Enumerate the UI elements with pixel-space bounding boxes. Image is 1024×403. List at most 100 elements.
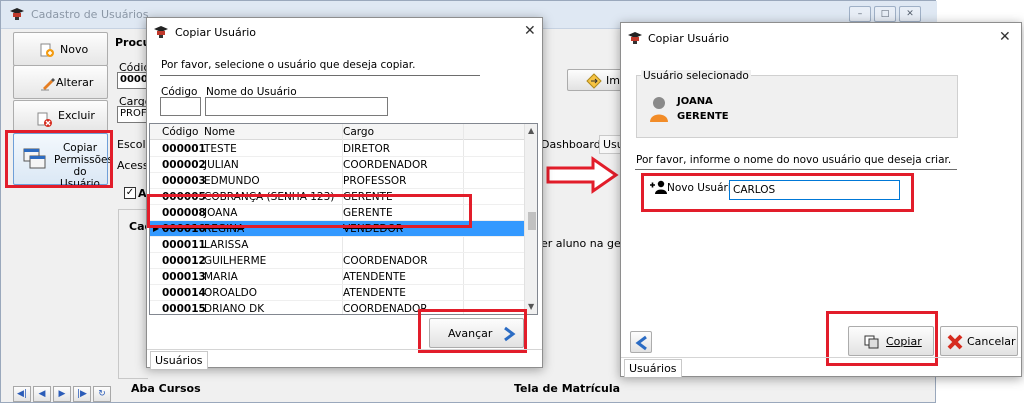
col-codigo-header[interactable]: Código bbox=[162, 124, 198, 140]
table-row[interactable]: 000012 GUILHERME COORDENADOR bbox=[150, 253, 524, 269]
first-record-button[interactable]: ◀| bbox=[13, 386, 31, 402]
nome-filter-input[interactable] bbox=[205, 97, 388, 116]
new-document-icon bbox=[40, 43, 54, 57]
table-row[interactable]: 000001 TESTE DIRETOR bbox=[150, 141, 524, 157]
prev-record-button[interactable]: ◀ bbox=[33, 386, 51, 402]
dialog1-instruction: Por favor, selecione o usuário que desej… bbox=[161, 59, 416, 71]
last-icon: |▶ bbox=[77, 389, 87, 399]
chevron-left-icon bbox=[635, 335, 647, 351]
cell-nome: EDMUNDO bbox=[204, 175, 260, 187]
cell-codigo: 000014 bbox=[162, 287, 206, 299]
dialog1-app-icon bbox=[154, 26, 168, 38]
app-logo-icon bbox=[10, 8, 24, 20]
dialog2-separator bbox=[635, 169, 957, 170]
aba-cursos-label: Aba Cursos bbox=[131, 382, 201, 395]
copiar-usuario-dialog-1: Copiar Usuário ✕ Por favor, selecione o … bbox=[146, 17, 543, 369]
cell-cargo: ATENDENTE bbox=[343, 271, 406, 283]
cell-nome: GUILHERME bbox=[204, 255, 267, 267]
voltar-button[interactable] bbox=[630, 331, 652, 353]
highlight-novo-usuario bbox=[641, 173, 914, 212]
checkbox-fragment[interactable]: ✓ bbox=[124, 187, 136, 199]
cancelar-label: Cancelar bbox=[967, 335, 1016, 348]
cell-nome: DRIANO DK bbox=[204, 303, 265, 315]
grid-scrollbar[interactable]: ▲ ▼ bbox=[524, 124, 537, 314]
grid-header: Código Nome Cargo bbox=[150, 124, 524, 140]
alterar-button[interactable]: Alterar bbox=[13, 65, 108, 99]
col-cargo-header[interactable]: Cargo bbox=[343, 124, 374, 140]
dialog2-instruction: Por favor, informe o nome do novo usuári… bbox=[636, 154, 952, 166]
cell-nome: LARISSA bbox=[204, 239, 249, 251]
usuario-selecionado-label: Usuário selecionado bbox=[641, 70, 751, 82]
cell-nome: JULIAN bbox=[204, 159, 239, 171]
cell-nome: OROALDO bbox=[204, 287, 258, 299]
user-avatar-icon bbox=[650, 97, 668, 122]
novo-button[interactable]: Novo bbox=[13, 32, 108, 66]
scroll-down-icon[interactable]: ▼ bbox=[528, 302, 534, 311]
dialog1-tab-line bbox=[147, 349, 542, 350]
cell-nome: TESTE bbox=[204, 143, 237, 155]
excluir-button[interactable]: Excluir bbox=[13, 100, 108, 132]
cell-codigo: 000011 bbox=[162, 239, 206, 251]
cell-cargo: COORDENADOR bbox=[343, 159, 428, 171]
highlight-copiar-permissoes bbox=[5, 130, 113, 188]
diamond-arrow-icon bbox=[586, 73, 602, 89]
table-row[interactable]: 000011 LARISSA bbox=[150, 237, 524, 253]
cell-cargo: PROFESSOR bbox=[343, 175, 407, 187]
tela-matricula-label: Tela de Matrícula bbox=[514, 382, 621, 395]
alterar-label: Alterar bbox=[56, 76, 94, 89]
table-row[interactable]: 000002 JULIAN COORDENADOR bbox=[150, 157, 524, 173]
imprimir-button[interactable]: Imp bbox=[567, 69, 627, 91]
selected-user-name: JOANA bbox=[677, 96, 713, 107]
minimize-button[interactable]: – bbox=[849, 6, 871, 22]
cell-codigo: 000003 bbox=[162, 175, 206, 187]
refresh-button[interactable]: ↻ bbox=[93, 386, 111, 402]
copiar-usuario-dialog-2: Copiar Usuário ✕ Usuário selecionado JOA… bbox=[620, 22, 1022, 377]
cell-cargo: COORDENADOR bbox=[343, 255, 428, 267]
scroll-thumb[interactable] bbox=[528, 212, 536, 230]
dialog1-close-button[interactable]: ✕ bbox=[524, 23, 536, 39]
cell-codigo: 000015 bbox=[162, 303, 206, 315]
last-record-button[interactable]: |▶ bbox=[73, 386, 91, 402]
dialog2-tab-line bbox=[621, 357, 1021, 358]
refresh-icon: ↻ bbox=[98, 389, 106, 399]
table-row[interactable]: 000014 OROALDO ATENDENTE bbox=[150, 285, 524, 301]
dialog1-separator bbox=[160, 75, 480, 76]
dialog1-usuarios-tab[interactable]: Usuários bbox=[150, 351, 208, 369]
table-row[interactable]: 000003 EDMUNDO PROFESSOR bbox=[150, 173, 524, 189]
dialog2-title: Copiar Usuário bbox=[648, 32, 730, 45]
dialog2-close-button[interactable]: ✕ bbox=[999, 29, 1011, 45]
col-nome-header[interactable]: Nome bbox=[204, 124, 235, 140]
main-window-title: Cadastro de Usuários bbox=[31, 8, 149, 21]
cell-cargo: COORDENADOR bbox=[343, 303, 428, 315]
dialog2-usuarios-tab[interactable]: Usuários bbox=[624, 359, 682, 377]
cell-codigo: 000002 bbox=[162, 159, 206, 171]
novo-label: Novo bbox=[60, 43, 89, 56]
cargo-fragment-input[interactable]: PROF bbox=[117, 106, 147, 123]
cell-codigo: 000012 bbox=[162, 255, 206, 267]
maximize-button[interactable]: □ bbox=[874, 6, 896, 22]
excluir-label: Excluir bbox=[58, 109, 95, 122]
cell-nome: MARIA bbox=[204, 271, 238, 283]
red-arrow-indicator bbox=[546, 156, 619, 194]
delete-document-icon bbox=[37, 112, 52, 127]
dashboards-tab[interactable]: Dashboards bbox=[541, 138, 606, 151]
dialog2-app-icon bbox=[628, 32, 642, 44]
cancelar-button[interactable]: Cancelar bbox=[940, 326, 1018, 356]
highlight-joana-row bbox=[147, 194, 472, 228]
codigo-fragment-input[interactable]: 0000 bbox=[117, 72, 147, 89]
table-row[interactable]: 000013 MARIA ATENDENTE bbox=[150, 269, 524, 285]
codigo-filter-input[interactable] bbox=[160, 97, 201, 116]
cancel-x-icon bbox=[947, 334, 963, 350]
next-icon: ▶ bbox=[58, 389, 66, 399]
highlight-avancar bbox=[418, 309, 527, 353]
next-record-button[interactable]: ▶ bbox=[53, 386, 71, 402]
dialog1-title: Copiar Usuário bbox=[175, 26, 257, 39]
usuario-selecionado-group: Usuário selecionado JOANA GERENTE bbox=[636, 70, 958, 138]
cell-codigo: 000013 bbox=[162, 271, 206, 283]
selected-user-role: GERENTE bbox=[677, 111, 729, 122]
edit-pencil-icon bbox=[41, 78, 55, 91]
close-button[interactable]: ✕ bbox=[899, 6, 921, 22]
cell-cargo: DIRETOR bbox=[343, 143, 391, 155]
first-icon: ◀| bbox=[17, 389, 27, 399]
scroll-up-icon[interactable]: ▲ bbox=[528, 126, 534, 135]
